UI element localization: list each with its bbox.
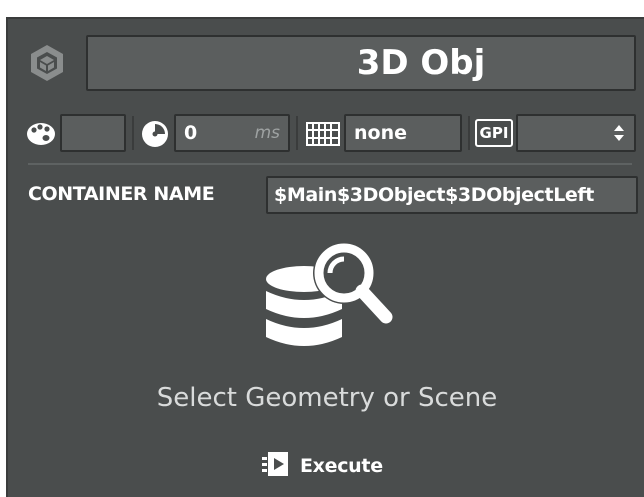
gpi-icon: GPI bbox=[475, 119, 513, 147]
up-down-arrows-icon[interactable] bbox=[614, 125, 624, 141]
control-panel: 3D Obj 0 ms none GPI CONTAINER NAME $Mai… bbox=[6, 17, 644, 497]
toolbar-divider bbox=[296, 116, 298, 150]
execute-play-icon bbox=[262, 451, 290, 482]
execute-button[interactable]: Execute bbox=[262, 451, 383, 481]
keyframe-field[interactable]: none bbox=[344, 114, 462, 152]
color-field[interactable] bbox=[60, 114, 126, 152]
container-name-value: $Main$3DObject$3DObjectLeft bbox=[274, 184, 594, 206]
duration-input[interactable]: 0 ms bbox=[174, 114, 290, 152]
toolbar-divider bbox=[468, 116, 470, 150]
gpi-select[interactable] bbox=[516, 114, 636, 152]
duration-unit: ms bbox=[254, 123, 280, 143]
film-strip-icon bbox=[306, 122, 340, 146]
hexagon-box-icon bbox=[28, 43, 66, 83]
toolbar-divider bbox=[132, 116, 134, 150]
keyframe-value: none bbox=[354, 122, 407, 144]
container-name-label: CONTAINER NAME bbox=[28, 183, 215, 205]
title-text: 3D Obj bbox=[356, 43, 486, 83]
gpi-label: GPI bbox=[479, 124, 509, 142]
database-search-icon[interactable] bbox=[260, 233, 400, 363]
title-field[interactable]: 3D Obj bbox=[86, 35, 636, 91]
duration-value: 0 bbox=[184, 122, 198, 144]
execute-label: Execute bbox=[300, 455, 383, 477]
section-divider bbox=[28, 163, 632, 165]
palette-icon[interactable] bbox=[24, 118, 58, 148]
clock-icon bbox=[138, 118, 172, 150]
status-message: Select Geometry or Scene bbox=[156, 383, 498, 413]
container-name-field[interactable]: $Main$3DObject$3DObjectLeft bbox=[266, 176, 638, 214]
